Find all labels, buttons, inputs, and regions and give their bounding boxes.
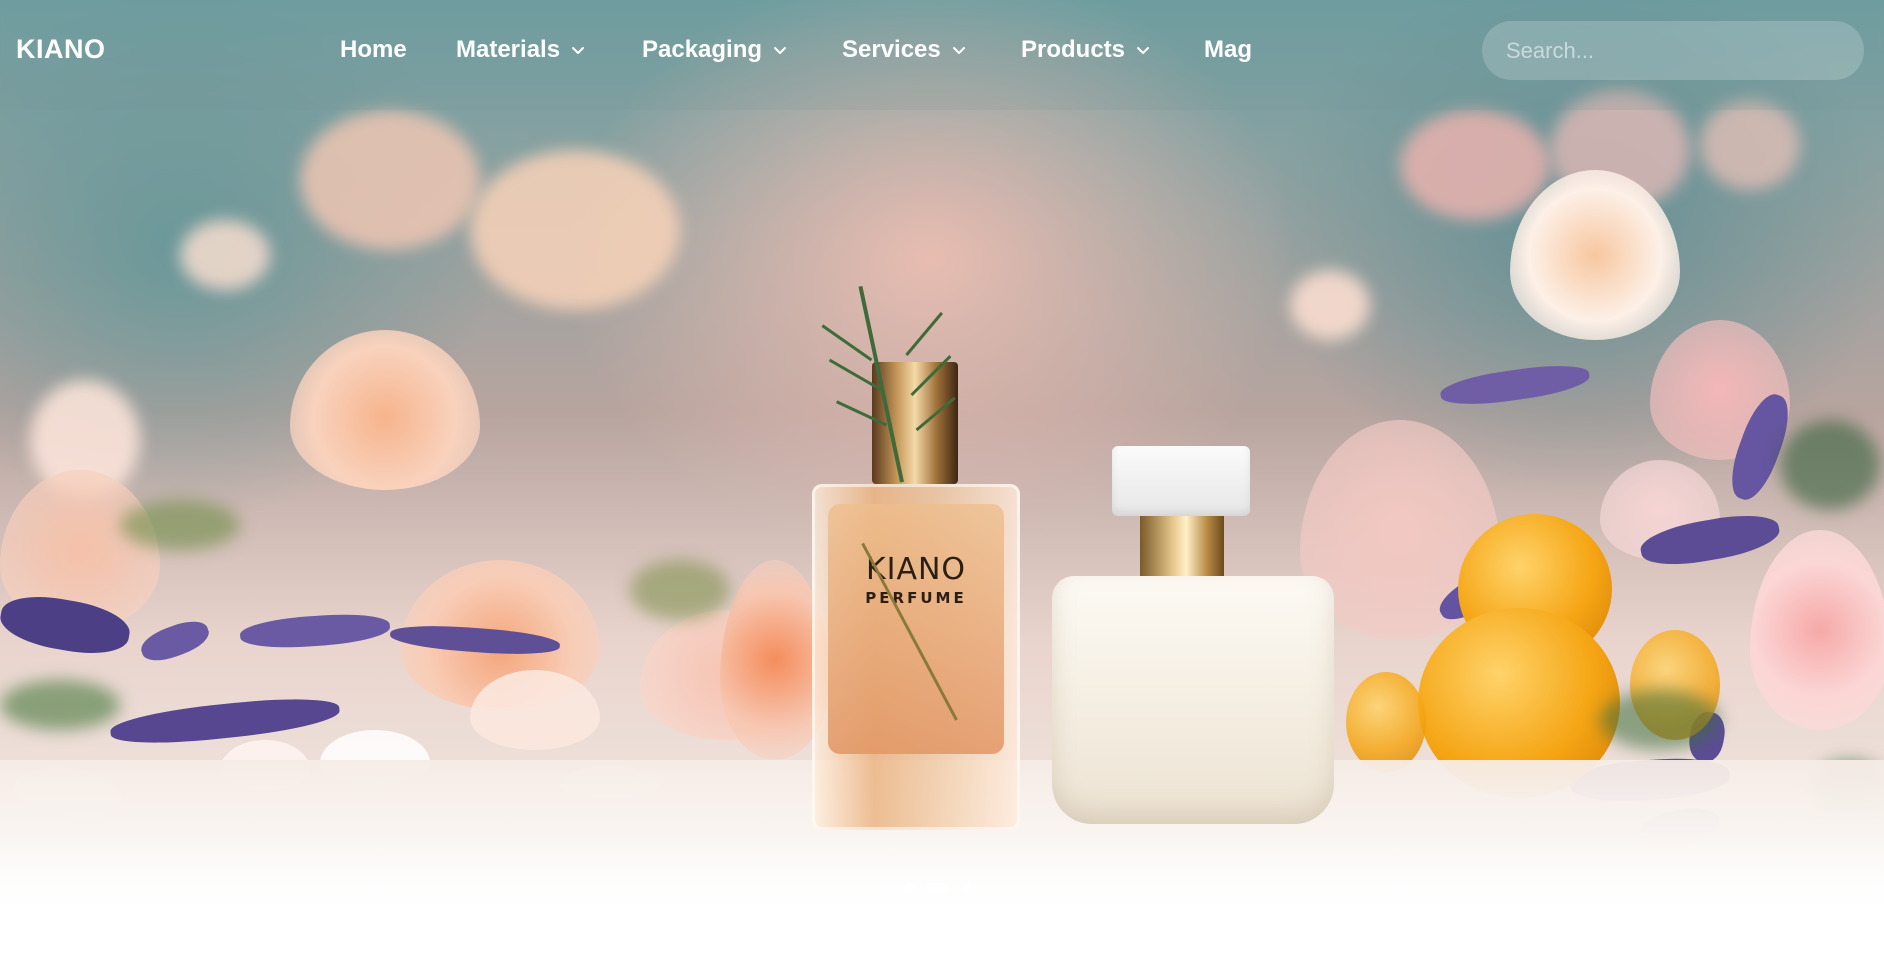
nav-item-materials[interactable]: Materials [456,36,586,64]
perfume-bottle-white [1052,576,1334,824]
nav-item-label: Mag [1204,36,1252,63]
hero-banner-image: KIANO PERFUME [0,0,1884,915]
nav-item-label: Services [842,36,941,63]
nav-item-mag[interactable]: Mag [1204,36,1252,64]
carousel-dot-3[interactable] [962,883,972,893]
carousel-indicators [904,883,972,893]
chevron-down-icon [952,47,965,54]
nav-item-label: Products [1021,36,1126,63]
top-navbar: KIANO Home Materials Packaging Services … [0,0,1884,110]
nav-item-label: Materials [456,36,561,63]
chevron-down-icon [572,47,585,54]
hero-fade [0,840,1884,915]
nav-item-home[interactable]: Home [340,36,407,64]
chevron-down-icon [1137,47,1150,54]
nav-item-packaging[interactable]: Packaging [642,36,788,64]
nav-item-label: Home [340,36,407,63]
bottle-label: KIANO PERFUME [812,552,1020,607]
perfume-bottle-white-neck [1140,516,1224,578]
nav-item-services[interactable]: Services [842,36,967,64]
nav-item-products[interactable]: Products [1021,36,1151,64]
nav-item-label: Packaging [642,36,763,63]
page: KIANO PERFUME KIANO Home Materials Packa… [0,0,1884,972]
search-input[interactable] [1482,21,1864,80]
perfume-bottle-amber [812,484,1020,830]
chevron-down-icon [774,47,787,54]
bottle-label-sub: PERFUME [865,589,967,607]
perfume-bottle-white-cap [1112,446,1250,516]
carousel-dot-2[interactable] [926,883,950,893]
carousel-dot-1[interactable] [904,883,914,893]
brand-logo[interactable]: KIANO [16,34,106,65]
bottle-label-brand: KIANO [865,552,967,587]
